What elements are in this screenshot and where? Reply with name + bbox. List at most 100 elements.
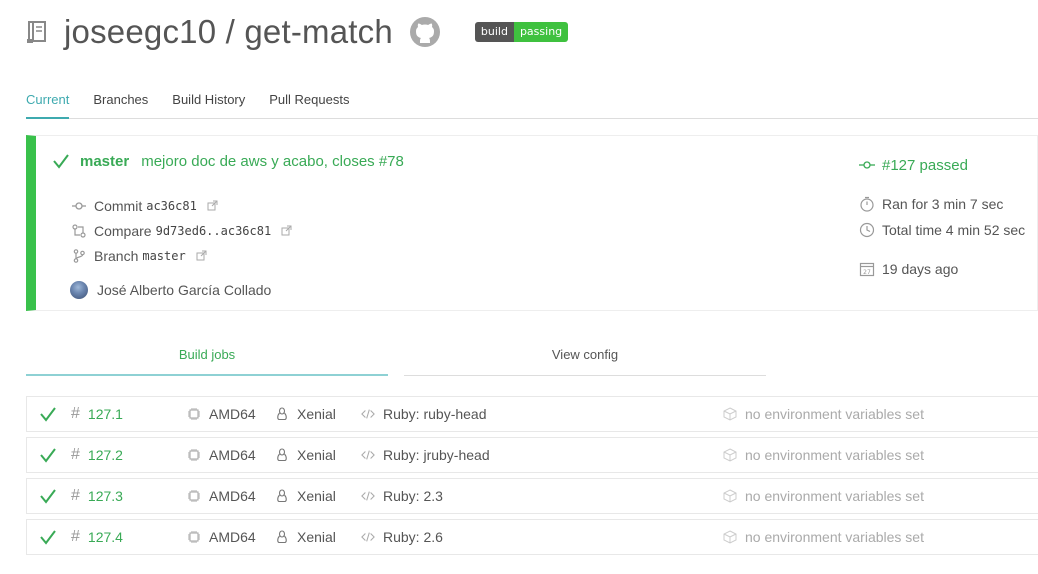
job-number[interactable]: 127.2 (88, 447, 123, 463)
job-env: no environment variables set (745, 529, 924, 545)
branch-value[interactable]: master (142, 249, 185, 263)
job-language: Ruby: 2.6 (383, 529, 443, 545)
badge-label: build (474, 22, 514, 42)
clock-icon (859, 222, 875, 238)
build-summary-card: master mejoro doc de aws y acabo, closes… (26, 135, 1038, 311)
tab-current[interactable]: Current (26, 92, 70, 119)
branch-link[interactable]: master (80, 153, 129, 170)
commit-message[interactable]: mejoro doc de aws y acabo, closes #78 (141, 153, 404, 170)
job-language: Ruby: jruby-head (383, 447, 490, 463)
commit-author: José Alberto García Collado (70, 281, 271, 299)
commit-icon (859, 161, 875, 169)
svg-text:27: 27 (863, 269, 871, 276)
tab-branches[interactable]: Branches (93, 92, 148, 119)
check-icon (53, 154, 69, 169)
job-arch: AMD64 (209, 406, 256, 422)
commit-row[interactable]: Commit ac36c81 (72, 193, 292, 218)
box-icon (723, 448, 737, 462)
job-row[interactable]: #127.3 AMD64 Xenial Ruby: 2.3 no environ… (26, 478, 1038, 514)
age-row: 27 19 days ago (859, 256, 1025, 282)
cpu-icon (188, 408, 200, 420)
hash-icon: # (71, 405, 80, 422)
calendar-icon: 27 (859, 262, 875, 277)
build-status-badge[interactable]: build passing (474, 22, 569, 42)
branch-icon (73, 248, 85, 263)
linux-icon (277, 448, 287, 462)
tab-build-history[interactable]: Build History (172, 92, 245, 119)
commit-icon (72, 201, 86, 210)
job-os: Xenial (297, 529, 336, 545)
job-number[interactable]: 127.3 (88, 488, 123, 504)
stopwatch-icon (860, 196, 874, 212)
job-arch: AMD64 (209, 529, 256, 545)
job-env: no environment variables set (745, 447, 924, 463)
external-link-icon[interactable] (196, 250, 207, 261)
repo-tabs: Current Branches Build History Pull Requ… (26, 92, 1038, 119)
hash-icon: # (71, 528, 80, 545)
external-link-icon[interactable] (281, 225, 292, 236)
linux-icon (277, 530, 287, 544)
compare-row[interactable]: Compare 9d73ed6..ac36c81 (72, 218, 292, 243)
repo-icon (27, 21, 46, 43)
job-list: #127.1 AMD64 Xenial Ruby: ruby-head no e… (26, 396, 1038, 560)
author-name: José Alberto García Collado (97, 282, 272, 298)
job-arch: AMD64 (209, 447, 256, 463)
job-os: Xenial (297, 488, 336, 504)
external-link-icon[interactable] (207, 200, 218, 211)
job-number[interactable]: 127.4 (88, 529, 123, 545)
check-icon (40, 407, 56, 422)
job-os: Xenial (297, 447, 336, 463)
cpu-icon (188, 531, 200, 543)
branch-row[interactable]: Branch master (72, 243, 292, 268)
code-icon (361, 450, 375, 460)
branch-label: Branch (94, 247, 139, 264)
code-icon (361, 491, 375, 501)
check-icon (40, 530, 56, 545)
hash-icon: # (71, 487, 80, 504)
job-row[interactable]: #127.2 AMD64 Xenial Ruby: jruby-head no … (26, 437, 1038, 473)
badge-status: passing (513, 22, 569, 42)
cpu-icon (188, 449, 200, 461)
job-arch: AMD64 (209, 488, 256, 504)
check-icon (40, 448, 56, 463)
job-row[interactable]: #127.4 AMD64 Xenial Ruby: 2.6 no environ… (26, 519, 1038, 555)
compare-range[interactable]: 9d73ed6..ac36c81 (156, 224, 272, 238)
commit-label: Commit (94, 197, 143, 214)
build-age: 19 days ago (882, 261, 959, 277)
tab-view-config[interactable]: View config (404, 347, 766, 376)
repo-title[interactable]: joseegc10 / get-match (64, 13, 393, 51)
linux-icon (277, 407, 287, 421)
linux-icon (277, 489, 287, 503)
repo-separator: / (216, 13, 245, 50)
job-os: Xenial (297, 406, 336, 422)
code-icon (361, 409, 375, 419)
commit-hash[interactable]: ac36c81 (146, 199, 197, 213)
repo-name[interactable]: get-match (244, 13, 393, 50)
ran-for-row: Ran for 3 min 7 sec (859, 191, 1025, 217)
check-icon (40, 489, 56, 504)
jobs-tabs: Build jobs View config (26, 347, 766, 376)
tab-build-jobs[interactable]: Build jobs (26, 347, 388, 376)
box-icon (723, 530, 737, 544)
total-time: Total time 4 min 52 sec (882, 222, 1026, 238)
build-number-row[interactable]: #127 passed (859, 152, 1025, 178)
avatar (70, 281, 88, 299)
job-row[interactable]: #127.1 AMD64 Xenial Ruby: ruby-head no e… (26, 396, 1038, 432)
build-info: #127 passed Ran for 3 min 7 sec Total ti… (859, 152, 1025, 282)
cpu-icon (188, 490, 200, 502)
job-env: no environment variables set (745, 488, 924, 504)
hash-icon: # (71, 446, 80, 463)
repo-owner[interactable]: joseegc10 (64, 13, 216, 50)
job-language: Ruby: ruby-head (383, 406, 487, 422)
compare-icon (72, 223, 86, 238)
box-icon (723, 407, 737, 421)
repo-header: joseegc10 / get-match build passing (26, 10, 569, 54)
box-icon (723, 489, 737, 503)
job-number[interactable]: 127.1 (88, 406, 123, 422)
build-number[interactable]: #127 passed (882, 157, 968, 174)
commit-meta: Commit ac36c81 Compare 9d73ed6..ac36c81 … (72, 193, 292, 268)
github-icon[interactable] (409, 16, 441, 48)
job-language: Ruby: 2.3 (383, 488, 443, 504)
build-headline: master mejoro doc de aws y acabo, closes… (52, 152, 404, 170)
tab-pull-requests[interactable]: Pull Requests (269, 92, 349, 119)
